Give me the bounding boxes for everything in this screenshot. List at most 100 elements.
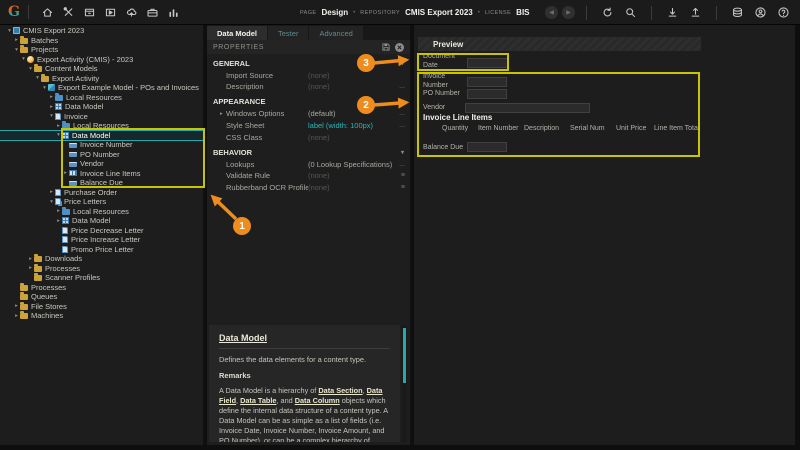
forward-icon[interactable]: ▶ [562, 6, 575, 19]
property-value[interactable]: (none) [308, 71, 405, 80]
ellipsis-button[interactable]: ... [399, 83, 405, 90]
download-icon[interactable] [662, 4, 683, 22]
help-link-data-table[interactable]: Data Table [240, 396, 276, 405]
tree-item-cmis-export-2023[interactable]: ▾CMIS Export 2023 [0, 26, 203, 36]
ellipsis-button[interactable]: ... [399, 161, 405, 168]
collapse-arrow-icon[interactable]: ▾ [20, 56, 27, 62]
stats-icon[interactable] [163, 3, 184, 21]
collapse-arrow-icon[interactable]: ▾ [41, 85, 48, 91]
tree-item-data-model[interactable]: ▸Data Model [0, 216, 203, 226]
jobs-icon[interactable] [142, 3, 163, 21]
collapse-arrow-icon[interactable]: ▾ [6, 28, 13, 34]
tree-item-vendor[interactable]: Vendor [0, 159, 203, 169]
tree-item-projects[interactable]: ▾Projects [0, 45, 203, 55]
ellipsis-button[interactable]: ... [399, 122, 405, 129]
close-icon[interactable] [395, 43, 404, 52]
tree-item-data-model[interactable]: ▾Data Model [0, 131, 203, 141]
save-icon[interactable] [381, 42, 391, 52]
collapse-arrow-icon[interactable]: ▾ [13, 47, 20, 53]
tree-item-po-number[interactable]: PO Number [0, 150, 203, 160]
collapse-arrow-icon[interactable]: ▾ [34, 75, 41, 81]
database-icon[interactable] [727, 4, 748, 22]
expand-arrow-icon[interactable]: ▸ [48, 189, 55, 195]
upload-icon[interactable] [685, 4, 706, 22]
property-value[interactable]: (none) [308, 133, 405, 142]
tree-item-downloads[interactable]: ▸Downloads [0, 254, 203, 264]
expand-arrow-icon[interactable]: ▸ [13, 313, 20, 319]
tree-item-local-resources[interactable]: ▸Local Resources [0, 93, 203, 103]
preview-input-vendor[interactable] [465, 103, 590, 113]
tab-advanced[interactable]: Advanced [309, 26, 362, 40]
expand-arrow-icon[interactable]: ▸ [27, 256, 34, 262]
expand-arrow-icon[interactable]: ▸ [55, 218, 62, 224]
expand-arrow-icon[interactable]: ▸ [48, 94, 55, 100]
tree-item-export-example-model-pos-and-invoices[interactable]: ▾Export Example Model - POs and Invoices [0, 83, 203, 93]
tree-item-promo-price-letter[interactable]: Promo Price Letter [0, 245, 203, 255]
tree-item-export-activity-cmis-2023[interactable]: ▾Export Activity (CMIS) - 2023 [0, 55, 203, 65]
property-value[interactable]: (none) [308, 171, 397, 180]
tree-item-batches[interactable]: ▸Batches [0, 36, 203, 46]
tree-item-export-activity[interactable]: ▾Export Activity [0, 74, 203, 84]
preview-input-document-date[interactable] [467, 58, 509, 68]
collapse-arrow-icon[interactable]: ▾ [48, 199, 55, 205]
tree-item-balance-due[interactable]: Balance Due [0, 178, 203, 188]
expand-arrow-icon[interactable]: ▸ [55, 208, 62, 214]
help-link-data-column[interactable]: Data Column [295, 396, 340, 405]
tree-item-local-resources[interactable]: ▸Local Resources [0, 121, 203, 131]
property-value[interactable]: (default) [308, 109, 395, 118]
refresh-icon[interactable] [597, 4, 618, 22]
tree-item-file-stores[interactable]: ▸File Stores [0, 302, 203, 312]
search-icon[interactable] [620, 4, 641, 22]
home-icon[interactable] [37, 3, 58, 21]
tree-item-price-increase-letter[interactable]: Price Increase Letter [0, 235, 203, 245]
tree-item-local-resources[interactable]: ▸Local Resources [0, 207, 203, 217]
menu-button[interactable]: ≡ [401, 184, 405, 191]
help-scrollbar-thumb[interactable] [403, 328, 406, 383]
tree-item-machines[interactable]: ▸Machines [0, 311, 203, 321]
tree-item-processes[interactable]: Processes [0, 283, 203, 293]
menu-button[interactable]: ≡ [401, 172, 405, 179]
tree-item-invoice-number[interactable]: Invoice Number [0, 140, 203, 150]
user-icon[interactable] [750, 4, 771, 22]
expand-arrow-icon[interactable]: ▸ [48, 104, 55, 110]
back-icon[interactable]: ◀ [545, 6, 558, 19]
property-value[interactable]: label (width: 100px) [308, 121, 395, 130]
tasks-icon[interactable] [100, 3, 121, 21]
collapse-arrow-icon[interactable]: ▾ [48, 113, 55, 119]
help-link-data-section[interactable]: Data Section [318, 386, 362, 395]
tree-item-queues[interactable]: Queues [0, 292, 203, 302]
expand-arrow-icon[interactable]: ▸ [13, 37, 20, 43]
tree-item-purchase-order[interactable]: ▸Purchase Order [0, 188, 203, 198]
tab-tester[interactable]: Tester [268, 26, 308, 40]
expand-arrow-icon[interactable]: ▸ [62, 170, 69, 176]
preview-input-po-number[interactable] [467, 89, 507, 99]
imports-icon[interactable] [121, 3, 142, 21]
expand-arrow-icon[interactable]: ▸ [13, 303, 20, 309]
batches-icon[interactable] [79, 3, 100, 21]
preview-input-invoice-number[interactable] [467, 77, 507, 87]
help-icon[interactable] [773, 4, 794, 22]
tools-icon[interactable] [58, 3, 79, 21]
tree-item-content-models[interactable]: ▾Content Models [0, 64, 203, 74]
property-group-appearance[interactable]: APPEARANCE▾ [207, 96, 410, 109]
collapse-arrow-icon[interactable]: ▾ [27, 66, 34, 72]
help-title-link[interactable]: Data Model [219, 333, 390, 343]
property-value[interactable]: (none) [308, 82, 395, 91]
tree-item-scanner-profiles[interactable]: Scanner Profiles [0, 273, 203, 283]
tree-item-data-model[interactable]: ▸Data Model [0, 102, 203, 112]
property-group-behavior[interactable]: BEHAVIOR▾ [207, 146, 410, 159]
preview-input-balance-due[interactable] [467, 142, 507, 152]
tree-item-invoice-line-items[interactable]: ▸Invoice Line Items [0, 169, 203, 179]
property-value[interactable]: (0 Lookup Specifications) [308, 160, 395, 169]
property-group-general[interactable]: GENERAL▾ [207, 57, 410, 70]
tree-item-price-letters[interactable]: ▾Price Letters [0, 197, 203, 207]
expand-arrow-icon[interactable]: ▸ [55, 123, 62, 129]
tree-item-price-decrease-letter[interactable]: Price Decrease Letter [0, 226, 203, 236]
collapse-arrow-icon[interactable]: ▾ [55, 132, 62, 138]
tree-item-processes[interactable]: ▸Processes [0, 264, 203, 274]
tab-data-model[interactable]: Data Model [207, 26, 267, 40]
expand-arrow-icon[interactable]: ▸ [27, 265, 34, 271]
property-value[interactable]: (none) [308, 183, 397, 192]
tree-item-invoice[interactable]: ▾Invoice [0, 112, 203, 122]
ellipsis-button[interactable]: ... [399, 110, 405, 117]
